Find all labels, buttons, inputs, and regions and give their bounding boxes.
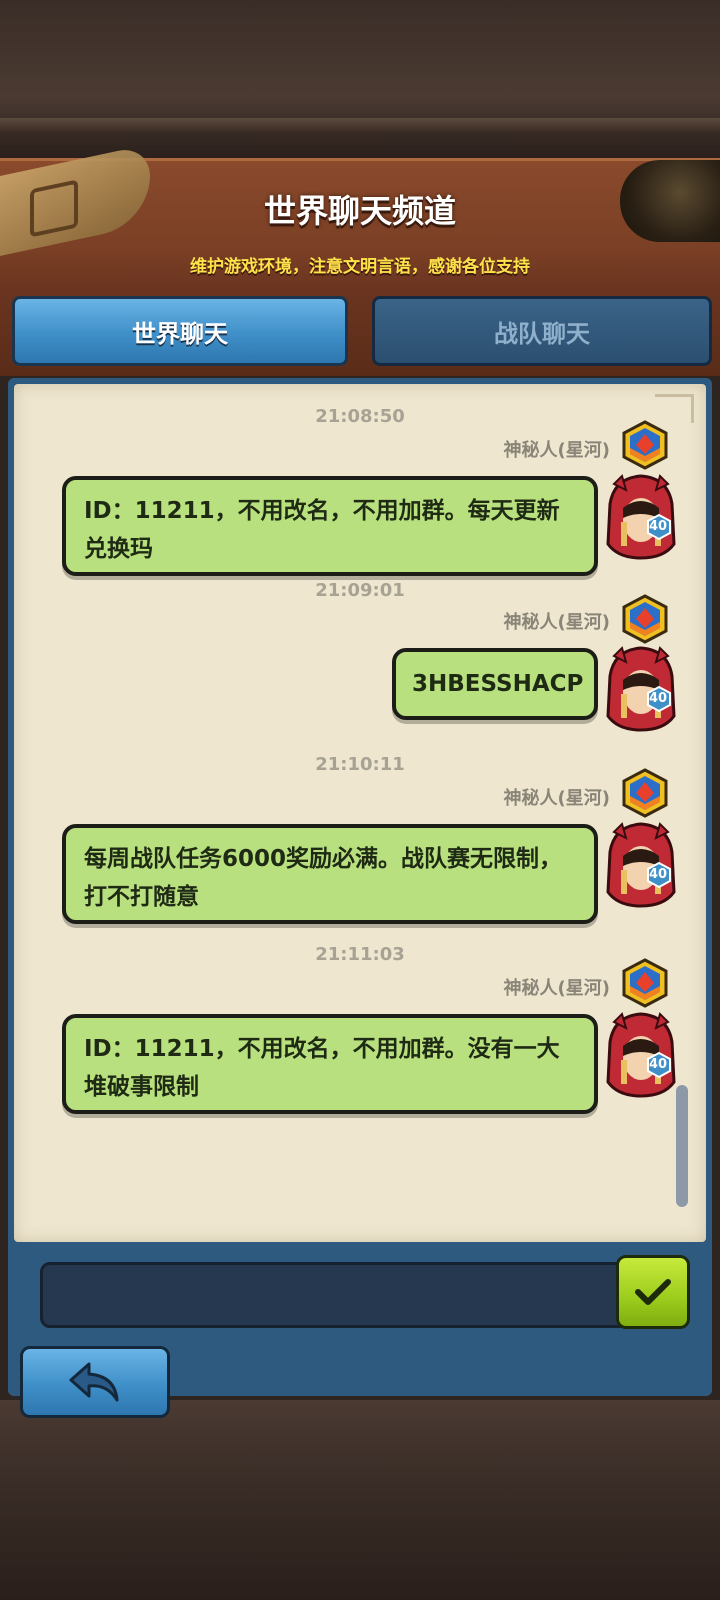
shield-rank-icon	[622, 594, 668, 644]
message-bubble[interactable]: 每周战队任务6000奖励必满。战队赛无限制，打不打随意	[62, 824, 598, 924]
level-badge: 40	[646, 862, 671, 888]
level-number: 40	[648, 866, 668, 882]
sender-name[interactable]: 神秘人(星河)	[504, 974, 610, 1000]
level-number: 40	[648, 690, 668, 706]
level-badge: 40	[646, 686, 671, 712]
level-number: 40	[648, 518, 668, 534]
shield-rank-icon	[622, 420, 668, 470]
chat-input[interactable]	[40, 1262, 630, 1328]
back-button[interactable]	[20, 1346, 170, 1418]
page-title: 世界聊天频道	[263, 192, 456, 230]
bottom-wood-frame	[0, 1400, 720, 1600]
send-button[interactable]	[616, 1255, 690, 1329]
top-wood-frame	[0, 0, 720, 160]
chat-message-list[interactable]: 21:08:50 神秘人(星河) ID：11211，不用改名，不用加群。每天更新…	[14, 384, 706, 1242]
message-timestamp: 21:09:01	[315, 580, 405, 601]
sender-name[interactable]: 神秘人(星河)	[504, 436, 610, 462]
tab-team-chat[interactable]: 战队聊天	[372, 296, 712, 366]
back-arrow-icon	[69, 1362, 119, 1402]
shield-rank-icon	[622, 768, 668, 818]
level-badge: 40	[646, 1052, 671, 1078]
checkmark-icon	[635, 1279, 671, 1305]
page-subtitle: 维护游戏环境，注意文明言语，感谢各位支持	[190, 257, 530, 277]
message-bubble[interactable]: ID：11211，不用改名，不用加群。没有一大堆破事限制	[62, 1014, 598, 1114]
shield-rank-icon	[622, 958, 668, 1008]
message-bubble[interactable]: ID：11211，不用改名，不用加群。每天更新兑换玛	[62, 476, 598, 576]
message-bubble[interactable]: 3HBESSHACP	[392, 648, 598, 720]
message-timestamp: 21:11:03	[315, 944, 405, 965]
sender-name[interactable]: 神秘人(星河)	[504, 784, 610, 810]
level-number: 40	[648, 1056, 668, 1072]
chat-scrollbar[interactable]	[676, 1085, 688, 1207]
level-badge: 40	[646, 514, 671, 540]
tab-world-chat[interactable]: 世界聊天	[12, 296, 348, 366]
sender-name[interactable]: 神秘人(星河)	[504, 608, 610, 634]
message-timestamp: 21:08:50	[315, 406, 405, 427]
message-timestamp: 21:10:11	[315, 754, 405, 775]
